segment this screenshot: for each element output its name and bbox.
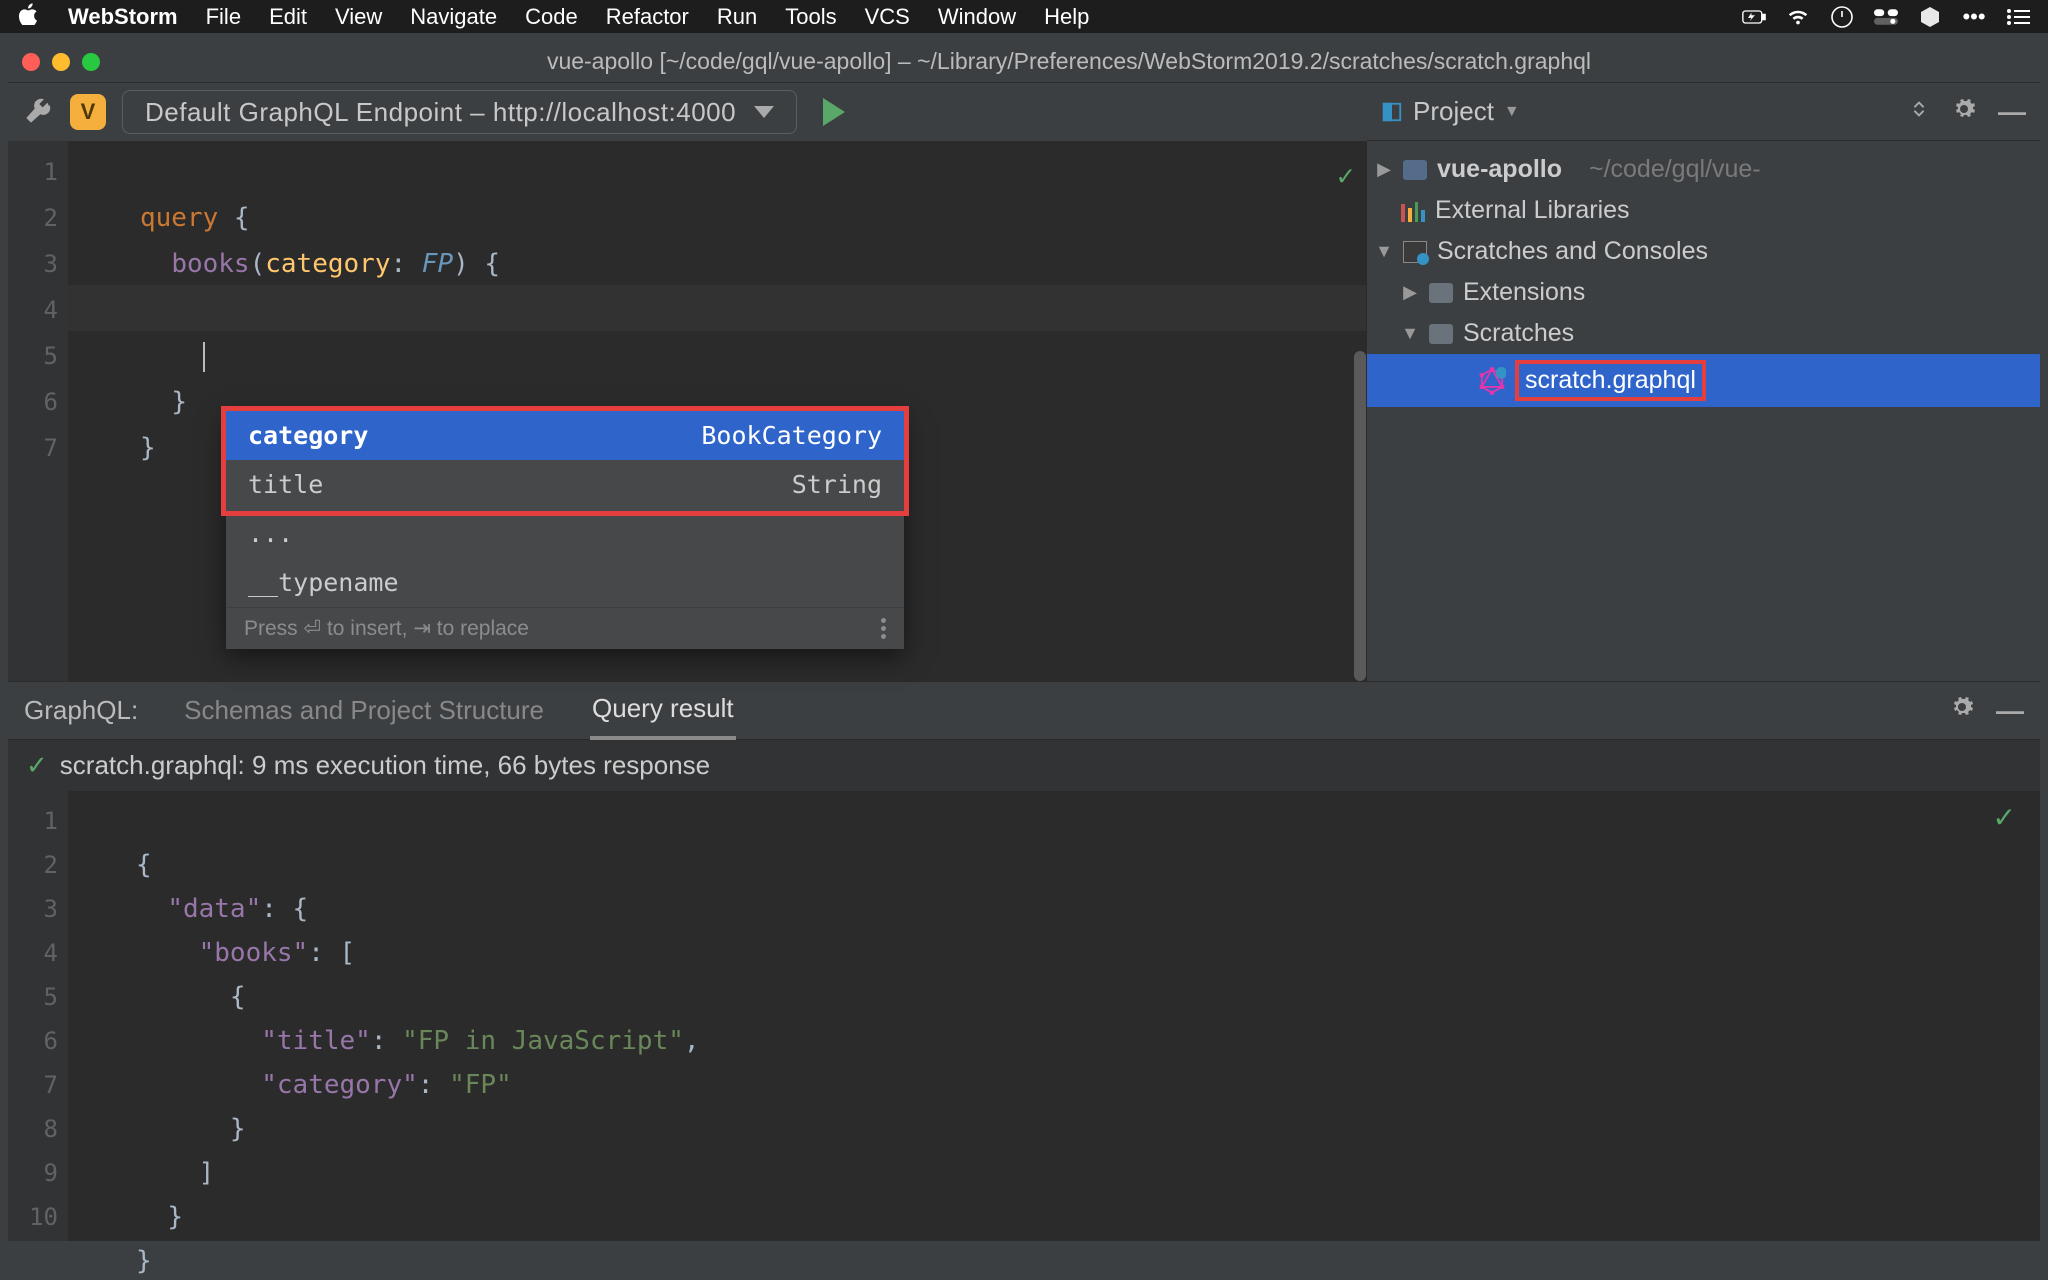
query-status-bar: ✓ scratch.graphql: 9 ms execution time, … xyxy=(8,739,2040,791)
autocomplete-item[interactable]: __typename xyxy=(226,558,904,607)
hide-panel-icon[interactable]: — xyxy=(1998,96,2026,128)
check-icon: ✓ xyxy=(26,750,48,781)
project-tree[interactable]: vue-apollo ~/code/gql/vue- External Libr… xyxy=(1367,141,2040,415)
result-gutter: 12345678910 xyxy=(8,791,68,1241)
check-icon: ✓ xyxy=(1993,801,2016,834)
project-selector[interactable]: Project ▼ xyxy=(1381,96,1520,127)
panel-label: GraphQL: xyxy=(24,695,138,726)
autocomplete-item[interactable]: categoryBookCategory xyxy=(226,411,904,460)
collapse-icon[interactable] xyxy=(1908,98,1930,125)
window-titlebar: vue-apollo [~/code/gql/vue-apollo] – ~/L… xyxy=(8,41,2040,83)
chevron-down-icon xyxy=(754,106,774,118)
tray-list-icon[interactable] xyxy=(2006,5,2030,29)
tab-query-result[interactable]: Query result xyxy=(590,681,736,740)
tab-schemas[interactable]: Schemas and Project Structure xyxy=(182,683,546,738)
minimize-button[interactable] xyxy=(52,53,70,71)
autocomplete-popup[interactable]: categoryBookCategory titleString ... __t… xyxy=(226,411,904,649)
menu-help[interactable]: Help xyxy=(1044,4,1089,30)
line-gutter: 1234567 xyxy=(8,141,68,681)
tree-root[interactable]: vue-apollo ~/code/gql/vue- xyxy=(1367,149,2040,190)
battery-icon[interactable] xyxy=(1742,5,1766,29)
scratch-badge: V xyxy=(70,94,106,130)
menu-app[interactable]: WebStorm xyxy=(68,4,178,30)
result-viewer[interactable]: 12345678910 { "data": { "books": [ { "ti… xyxy=(8,791,2040,1241)
tray-circle-icon[interactable] xyxy=(1830,5,1854,29)
menu-file[interactable]: File xyxy=(206,4,241,30)
autocomplete-hint: Press ⏎ to insert, ⇥ to replace xyxy=(226,607,904,649)
tree-extensions[interactable]: Extensions xyxy=(1367,272,2040,313)
check-icon: ✓ xyxy=(1337,153,1354,199)
tree-scratches[interactable]: Scratches xyxy=(1367,313,2040,354)
gear-icon[interactable] xyxy=(1950,695,1974,727)
endpoint-label: Default GraphQL Endpoint – http://localh… xyxy=(145,97,736,128)
menu-window[interactable]: Window xyxy=(938,4,1016,30)
wrench-icon[interactable] xyxy=(24,97,54,127)
menu-tools[interactable]: Tools xyxy=(785,4,836,30)
menu-edit[interactable]: Edit xyxy=(269,4,307,30)
autocomplete-item[interactable]: titleString xyxy=(226,460,904,509)
menu-code[interactable]: Code xyxy=(525,4,578,30)
endpoint-selector[interactable]: Default GraphQL Endpoint – http://localh… xyxy=(122,90,797,134)
tree-scratches-consoles[interactable]: Scratches and Consoles xyxy=(1367,231,2040,272)
scrollbar-thumb[interactable] xyxy=(1354,351,1366,681)
result-json: { "data": { "books": [ { "title": "FP in… xyxy=(68,791,2040,1241)
tray-cube-icon[interactable] xyxy=(1918,5,1942,29)
tray-more-icon[interactable]: ••• xyxy=(1962,5,1986,29)
menu-run[interactable]: Run xyxy=(717,4,757,30)
project-panel-header: Project ▼ — xyxy=(1367,83,2040,141)
tree-file-selected[interactable]: scratch.graphql xyxy=(1367,354,2040,407)
macos-menubar: WebStorm File Edit View Navigate Code Re… xyxy=(0,0,2048,33)
tray-toggle-icon[interactable] xyxy=(1874,5,1898,29)
gear-icon[interactable] xyxy=(1952,97,1976,126)
status-text: scratch.graphql: 9 ms execution time, 66… xyxy=(60,750,710,781)
menu-refactor[interactable]: Refactor xyxy=(606,4,689,30)
close-button[interactable] xyxy=(22,53,40,71)
chevron-down-icon: ▼ xyxy=(1504,103,1520,121)
menu-vcs[interactable]: VCS xyxy=(865,4,910,30)
hide-panel-icon[interactable]: — xyxy=(1996,695,2024,727)
wifi-icon[interactable] xyxy=(1786,5,1810,29)
bottom-panel-tabs: GraphQL: Schemas and Project Structure Q… xyxy=(8,681,2040,739)
window-title: vue-apollo [~/code/gql/vue-apollo] – ~/L… xyxy=(112,48,2026,75)
autocomplete-item[interactable]: ... xyxy=(226,509,904,558)
menu-view[interactable]: View xyxy=(335,4,382,30)
run-button[interactable] xyxy=(823,98,845,126)
tree-external-libs[interactable]: External Libraries xyxy=(1367,190,2040,231)
apple-icon[interactable] xyxy=(18,3,40,31)
menu-navigate[interactable]: Navigate xyxy=(410,4,497,30)
maximize-button[interactable] xyxy=(82,53,100,71)
more-icon[interactable] xyxy=(881,618,886,639)
project-sidebar: Project ▼ — vue-apollo ~/code/gql/vue- E… xyxy=(1366,141,2040,681)
